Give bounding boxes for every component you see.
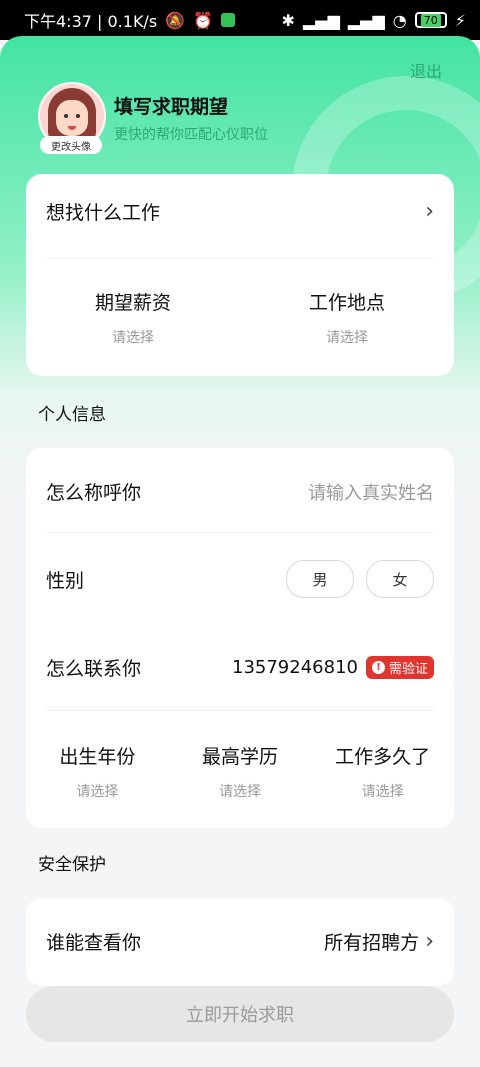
location-selector[interactable]: 工作地点 请选择: [240, 288, 454, 347]
who-can-view-label: 谁能查看你: [46, 932, 142, 954]
mute-icon: 🔕: [165, 10, 186, 30]
birth-year-label: 出生年份: [59, 746, 136, 768]
job-expectation-card: 想找什么工作 › 期望薪资 请选择 工作地点 请选择: [26, 174, 454, 376]
gender-male-button[interactable]: 男: [286, 560, 354, 598]
signal-icon-2: ▂▄▆: [347, 10, 385, 30]
status-time: 下午4:37 | 0.1K/s: [24, 12, 158, 31]
charging-icon: ⚡: [454, 10, 466, 30]
alarm-icon: ⏰: [193, 10, 214, 30]
start-job-search-button[interactable]: 立即开始求职: [26, 986, 454, 1042]
bluetooth-icon: ✱: [281, 10, 295, 30]
work-years-value: 请选择: [361, 784, 404, 800]
battery-level: 70: [420, 13, 441, 27]
app-screen: 下午4:37 | 0.1K/s 🔕 ⏰ ✱ ▂▄▆ ▂▄▆ ◔ 70 ⚡ 退出 …: [0, 0, 480, 1067]
salary-selector[interactable]: 期望薪资 请选择: [26, 288, 240, 347]
location-value: 请选择: [326, 330, 368, 346]
birth-year-selector[interactable]: 出生年份 请选择: [26, 742, 169, 801]
divider: [46, 710, 434, 711]
work-years-label: 工作多久了: [335, 746, 431, 768]
contact-label: 怎么联系你: [46, 658, 142, 680]
warning-icon: !: [371, 661, 385, 674]
exit-button[interactable]: 退出: [410, 58, 442, 82]
status-bar: 下午4:37 | 0.1K/s 🔕 ⏰ ✱ ▂▄▆ ▂▄▆ ◔ 70 ⚡: [0, 0, 480, 40]
location-label: 工作地点: [308, 292, 385, 314]
personal-info-title: 个人信息: [38, 405, 106, 425]
battery-icon: 70: [414, 12, 447, 28]
verify-label: 需验证: [388, 662, 428, 677]
education-label: 最高学历: [202, 746, 279, 768]
divider: [46, 532, 434, 533]
main-content: 退出 更改头像 填写求职期望 更快的帮你匹配心仪职位 想找什么工作 › 期望薪资…: [0, 36, 480, 1067]
who-can-view-value: 所有招聘方: [324, 932, 420, 954]
change-avatar-button[interactable]: 更改头像: [40, 136, 102, 154]
phone-number[interactable]: 13579246810: [232, 657, 358, 678]
what-job-label: 想找什么工作: [46, 202, 161, 224]
signal-icon: ▂▄▆: [302, 10, 340, 30]
what-job-row[interactable]: 想找什么工作 ›: [46, 198, 434, 225]
divider: [46, 258, 434, 259]
education-value: 请选择: [219, 784, 261, 800]
page-subtitle: 更快的帮你匹配心仪职位: [114, 127, 268, 143]
wifi-icon: ◔: [392, 10, 407, 30]
salary-value: 请选择: [112, 330, 154, 346]
chevron-right-icon: ›: [425, 199, 434, 224]
security-title: 安全保护: [38, 855, 106, 875]
name-row: 怎么称呼你 请输入真实姓名: [46, 478, 434, 505]
name-input[interactable]: 请输入真实姓名: [308, 479, 434, 505]
page-title: 填写求职期望: [114, 96, 229, 118]
verify-badge[interactable]: ! 需验证: [365, 656, 434, 679]
work-years-selector[interactable]: 工作多久了 请选择: [311, 742, 454, 801]
education-selector[interactable]: 最高学历 请选择: [169, 742, 312, 801]
app-notification-icon: [221, 13, 236, 27]
chevron-right-icon: ›: [425, 929, 434, 954]
privacy-card: 谁能查看你 所有招聘方 ›: [26, 898, 454, 986]
salary-label: 期望薪资: [94, 292, 171, 314]
birth-year-value: 请选择: [76, 784, 119, 800]
name-label: 怎么称呼你: [46, 482, 142, 504]
gender-female-button[interactable]: 女: [366, 560, 434, 598]
contact-row: 怎么联系你 13579246810 ! 需验证: [46, 654, 434, 681]
gender-row: 性别 男 女: [46, 560, 434, 598]
gender-label: 性别: [46, 569, 85, 592]
personal-info-card: 怎么称呼你 请输入真实姓名 性别 男 女 怎么联系你 13579246810 !…: [26, 448, 454, 828]
who-can-view-row[interactable]: 谁能查看你 所有招聘方 ›: [46, 928, 434, 955]
